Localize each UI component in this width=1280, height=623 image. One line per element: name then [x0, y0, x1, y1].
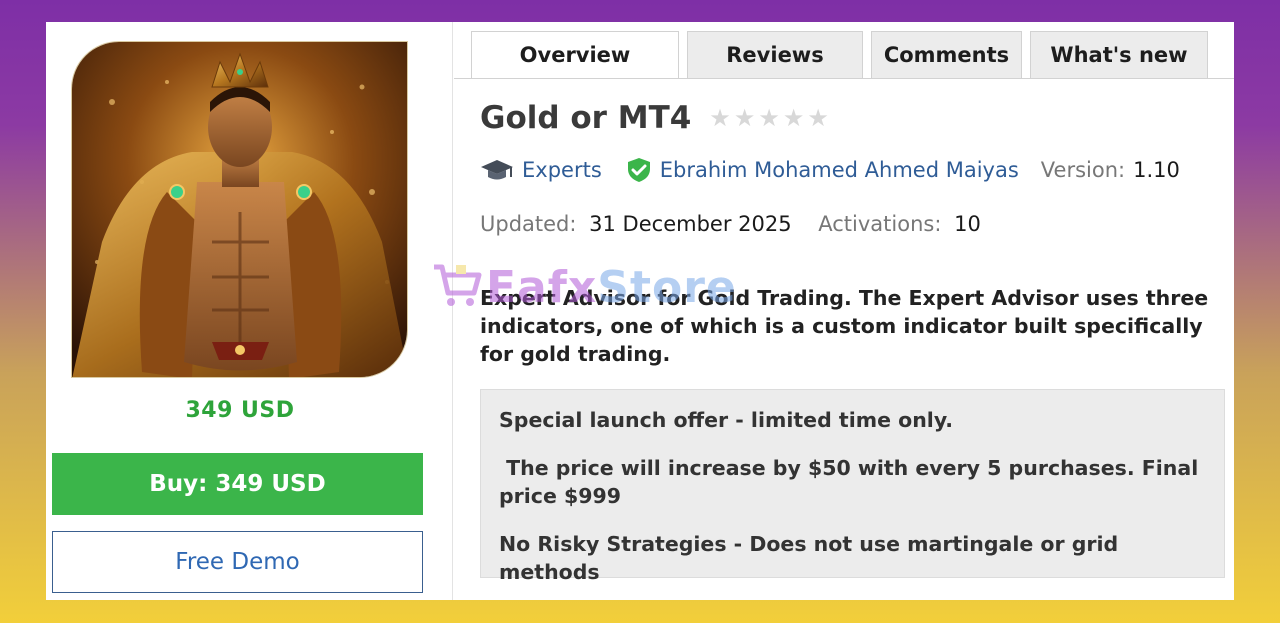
tab-whats-new[interactable]: What's new — [1030, 31, 1208, 79]
meta-row: Experts Ebrahim Mohamed Ahmed Maiyas Ver… — [480, 157, 1180, 183]
verified-shield-icon — [626, 157, 652, 183]
product-image[interactable] — [71, 41, 408, 378]
star-icon[interactable]: ★ — [734, 106, 756, 130]
tab-comments[interactable]: Comments — [871, 31, 1022, 79]
free-demo-button[interactable]: Free Demo — [52, 531, 423, 593]
updated-value: 31 December 2025 — [589, 212, 792, 236]
activations-value: 10 — [954, 212, 981, 236]
activations-label: Activations: — [818, 212, 942, 236]
product-title: Gold or MT4 — [480, 100, 692, 136]
version-label: Version: — [1040, 158, 1126, 182]
offer-line: No Risky Strategies - Does not use marti… — [499, 532, 1119, 584]
star-icon[interactable]: ★ — [709, 106, 731, 130]
category-link[interactable]: Experts — [522, 158, 602, 182]
graduation-cap-icon — [480, 157, 514, 183]
version-value: 1.10 — [1133, 158, 1180, 182]
rating-stars[interactable]: ★ ★ ★ ★ ★ — [709, 106, 829, 130]
star-icon[interactable]: ★ — [783, 106, 805, 130]
star-icon[interactable]: ★ — [807, 106, 829, 130]
offer-line: The price will increase by $50 with ever… — [499, 456, 1206, 508]
king-portrait-image — [72, 42, 407, 377]
product-card: 349 USD Buy: 349 USD Free Demo Overview … — [46, 22, 1234, 600]
product-sidebar: 349 USD Buy: 349 USD Free Demo — [46, 22, 453, 600]
title-row: Gold or MT4 ★ ★ ★ ★ ★ — [480, 100, 829, 136]
offer-box: Special launch offer - limited time only… — [480, 389, 1225, 584]
offer-line: Special launch offer - limited time only… — [499, 408, 954, 432]
meta-row-dates: Updated: 31 December 2025 Activations: 1… — [480, 212, 981, 236]
star-icon[interactable]: ★ — [758, 106, 780, 130]
tab-bar: Overview Reviews Comments What's new — [471, 31, 1216, 79]
updated-label: Updated: — [480, 212, 577, 236]
tab-overview[interactable]: Overview — [471, 31, 679, 79]
buy-button[interactable]: Buy: 349 USD — [52, 453, 423, 515]
tab-reviews[interactable]: Reviews — [687, 31, 863, 79]
tab-divider — [454, 78, 1234, 79]
price-label: 349 USD — [185, 398, 295, 423]
product-description: Expert Advisor for Gold Trading. The Exp… — [480, 286, 1209, 366]
author-link[interactable]: Ebrahim Mohamed Ahmed Maiyas — [660, 158, 1019, 182]
